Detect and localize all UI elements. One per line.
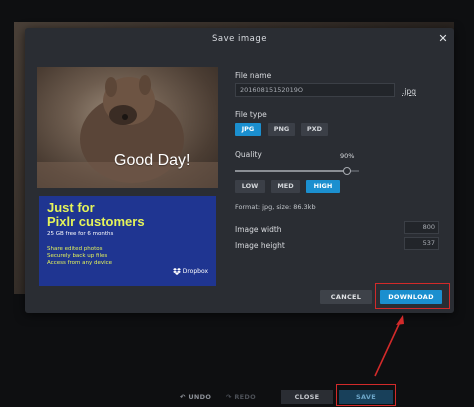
close-button[interactable]: CLOSE (281, 390, 333, 404)
redo-label: REDO (234, 393, 256, 401)
annotation-arrow (374, 315, 404, 377)
redo-icon: ↷ (226, 393, 232, 401)
redo-button[interactable]: ↷ REDO (226, 390, 256, 404)
save-highlight-box (336, 384, 396, 406)
undo-button[interactable]: ↶ UNDO (180, 390, 211, 404)
undo-label: UNDO (188, 393, 212, 401)
undo-icon: ↶ (180, 393, 186, 401)
